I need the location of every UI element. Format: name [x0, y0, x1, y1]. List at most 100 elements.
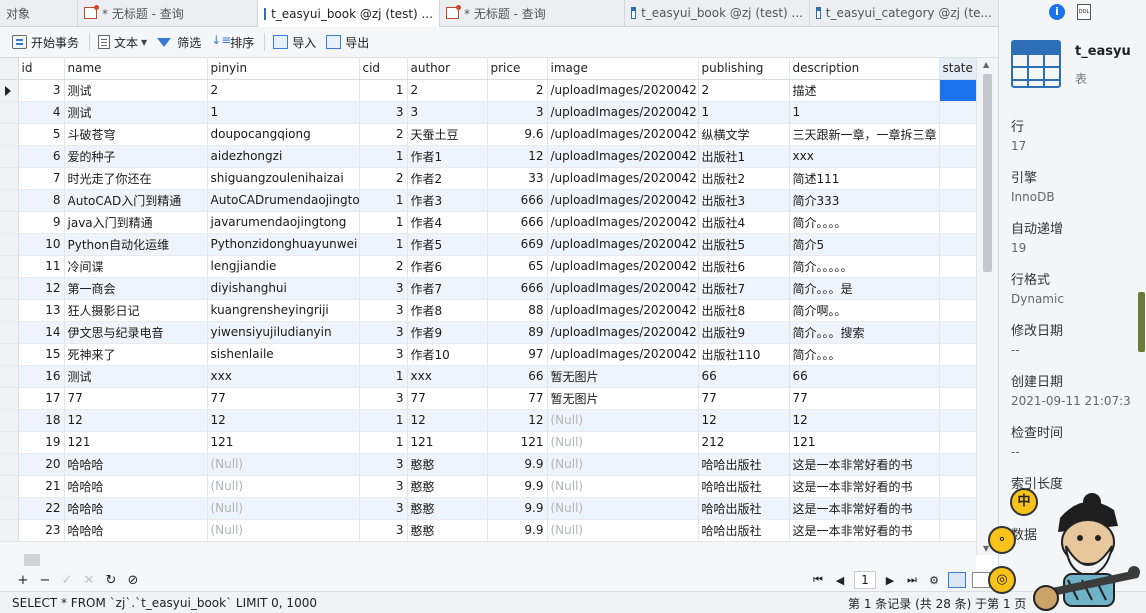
cell-name[interactable]: 哈哈哈 — [64, 497, 208, 520]
cell-pinyin[interactable]: 77 — [207, 387, 360, 410]
cell-author[interactable]: 3 — [407, 101, 488, 124]
cell-id[interactable]: 5 — [18, 123, 65, 146]
cell-price[interactable]: 33 — [487, 167, 548, 190]
cell-price[interactable]: 88 — [487, 299, 548, 322]
cell-price[interactable]: 9.9 — [487, 475, 548, 498]
cell-publishing[interactable]: 出版社4 — [698, 211, 790, 234]
cell-author[interactable]: 作者2 — [407, 167, 488, 190]
cell-cid[interactable]: 3 — [359, 519, 408, 541]
cell-price[interactable]: 97 — [487, 343, 548, 366]
cell-state[interactable] — [939, 211, 976, 234]
panel-scroll-thumb[interactable] — [1138, 292, 1145, 352]
cell-state[interactable] — [939, 299, 976, 322]
table-row[interactable]: 23 哈哈哈 (Null) 3 憨憨 9.9 (Null) 哈哈出版社 这是一本非常好看的书 — [0, 519, 976, 541]
cell-author[interactable]: 作者4 — [407, 211, 488, 234]
cell-pinyin[interactable]: (Null) — [207, 453, 360, 476]
cell-image[interactable]: /uploadImages/2020042 — [547, 277, 699, 300]
table-row[interactable]: 21 哈哈哈 (Null) 3 憨憨 9.9 (Null) 哈哈出版社 这是一本非常好看的书 — [0, 475, 976, 498]
cell-pinyin[interactable]: lengjiandie — [207, 255, 360, 278]
cell-state[interactable] — [939, 255, 976, 278]
row-marker[interactable] — [0, 343, 19, 366]
cell-id[interactable]: 21 — [18, 475, 65, 498]
column-header-name[interactable]: name — [64, 58, 208, 80]
cell-publishing[interactable]: 出版社2 — [698, 167, 790, 190]
import-button[interactable]: 导入 — [269, 30, 322, 54]
cell-cid[interactable]: 3 — [359, 101, 408, 124]
cell-publishing[interactable]: 出版社6 — [698, 255, 790, 278]
tab-t-easyui-category[interactable]: t_easyui_category @zj (te... — [810, 0, 998, 26]
cell-price[interactable]: 77 — [487, 387, 548, 410]
cell-publishing[interactable]: 出版社7 — [698, 277, 790, 300]
cell-description[interactable]: 1 — [789, 101, 940, 124]
cell-publishing[interactable]: 66 — [698, 365, 790, 388]
row-marker[interactable] — [0, 519, 19, 541]
cell-publishing[interactable]: 出版社110 — [698, 343, 790, 366]
cell-price[interactable]: 121 — [487, 431, 548, 454]
cell-pinyin[interactable]: xxx — [207, 365, 360, 388]
cell-name[interactable]: java入门到精通 — [64, 211, 208, 234]
cell-image[interactable]: /uploadImages/2020042 — [547, 233, 699, 256]
ime-badge[interactable]: 中 — [1010, 488, 1038, 516]
cell-image[interactable]: /uploadImages/2020042 — [547, 145, 699, 168]
row-marker[interactable] — [0, 255, 19, 278]
cell-name[interactable]: 121 — [64, 431, 208, 454]
cell-description[interactable]: 简介。。。搜索 — [789, 321, 940, 344]
cell-image[interactable]: (Null) — [547, 409, 699, 432]
cell-name[interactable]: 时光走了你还在 — [64, 167, 208, 190]
table-row[interactable]: 22 哈哈哈 (Null) 3 憨憨 9.9 (Null) 哈哈出版社 这是一本非常好看的书 — [0, 497, 976, 520]
info-icon[interactable]: i — [1049, 4, 1065, 20]
cell-name[interactable]: 斗破苍穹 — [64, 123, 208, 146]
table-row[interactable]: 14 伊文思与纪录电音 yiwensiyujiludianyin 3 作者9 89/upl… — [0, 321, 976, 344]
cell-id[interactable]: 9 — [18, 211, 65, 234]
cell-description[interactable]: 简介。。。。。 — [789, 255, 940, 278]
column-header-id[interactable]: id — [18, 58, 65, 80]
cell-id[interactable]: 14 — [18, 321, 65, 344]
cell-publishing[interactable]: 哈哈出版社 — [698, 519, 790, 541]
cell-description[interactable]: 简介。。。。 — [789, 211, 940, 234]
mascot-badge-icon[interactable]: ◎ — [988, 566, 1016, 594]
column-header-cid[interactable]: cid — [359, 58, 408, 80]
cell-price[interactable]: 666 — [487, 277, 548, 300]
table-row[interactable]: 11 冷间谍 lengjiandie 2 作者6 65/uploadImages/2020… — [0, 255, 976, 278]
grid-view-icon[interactable] — [948, 572, 966, 588]
vertical-scrollbar[interactable]: ▲ ▼ — [976, 58, 998, 555]
cell-cid[interactable]: 1 — [359, 189, 408, 212]
cell-state[interactable] — [939, 519, 976, 541]
ddl-icon[interactable]: DDL — [1077, 4, 1091, 20]
cell-image[interactable]: 暂无图片 — [547, 365, 699, 388]
cell-cid[interactable]: 2 — [359, 255, 408, 278]
cell-description[interactable]: 12 — [789, 409, 940, 432]
cell-cid[interactable]: 3 — [359, 277, 408, 300]
cell-state[interactable] — [939, 321, 976, 344]
cell-publishing[interactable]: 2 — [698, 79, 790, 102]
cell-publishing[interactable]: 12 — [698, 409, 790, 432]
scroll-up-icon[interactable]: ▲ — [983, 60, 989, 69]
cell-description[interactable]: 简介啊。。 — [789, 299, 940, 322]
cell-cid[interactable]: 1 — [359, 365, 408, 388]
cell-cid[interactable]: 2 — [359, 123, 408, 146]
cell-price[interactable]: 12 — [487, 409, 548, 432]
cell-description[interactable]: 三天跟新一章，一章拆三章 — [789, 123, 940, 146]
cell-cid[interactable]: 3 — [359, 497, 408, 520]
cell-publishing[interactable]: 出版社9 — [698, 321, 790, 344]
cell-pinyin[interactable]: (Null) — [207, 475, 360, 498]
cell-author[interactable]: 作者3 — [407, 189, 488, 212]
row-marker[interactable] — [0, 475, 19, 498]
cell-author[interactable]: 作者6 — [407, 255, 488, 278]
cell-price[interactable]: 9.9 — [487, 453, 548, 476]
cell-description[interactable]: 简介5 — [789, 233, 940, 256]
cell-description[interactable]: 简介。。。是 — [789, 277, 940, 300]
tab-objects[interactable]: 对象 — [0, 0, 78, 26]
column-header-state[interactable]: state — [939, 58, 976, 80]
table-row[interactable]: 8 AutoCAD入门到精通 AutoCADrumendaojingtong 1 作者3… — [0, 189, 976, 212]
row-marker[interactable] — [0, 145, 19, 168]
cell-id[interactable]: 4 — [18, 101, 65, 124]
cell-pinyin[interactable]: kuangrensheyingriji — [207, 299, 360, 322]
cell-image[interactable]: /uploadImages/2020042 — [547, 343, 699, 366]
cell-name[interactable]: 哈哈哈 — [64, 453, 208, 476]
cell-image[interactable]: /uploadImages/2020042 — [547, 299, 699, 322]
cell-author[interactable]: 憨憨 — [407, 519, 488, 541]
cell-image[interactable]: (Null) — [547, 453, 699, 476]
cell-publishing[interactable]: 哈哈出版社 — [698, 453, 790, 476]
cell-image[interactable]: 暂无图片 — [547, 387, 699, 410]
